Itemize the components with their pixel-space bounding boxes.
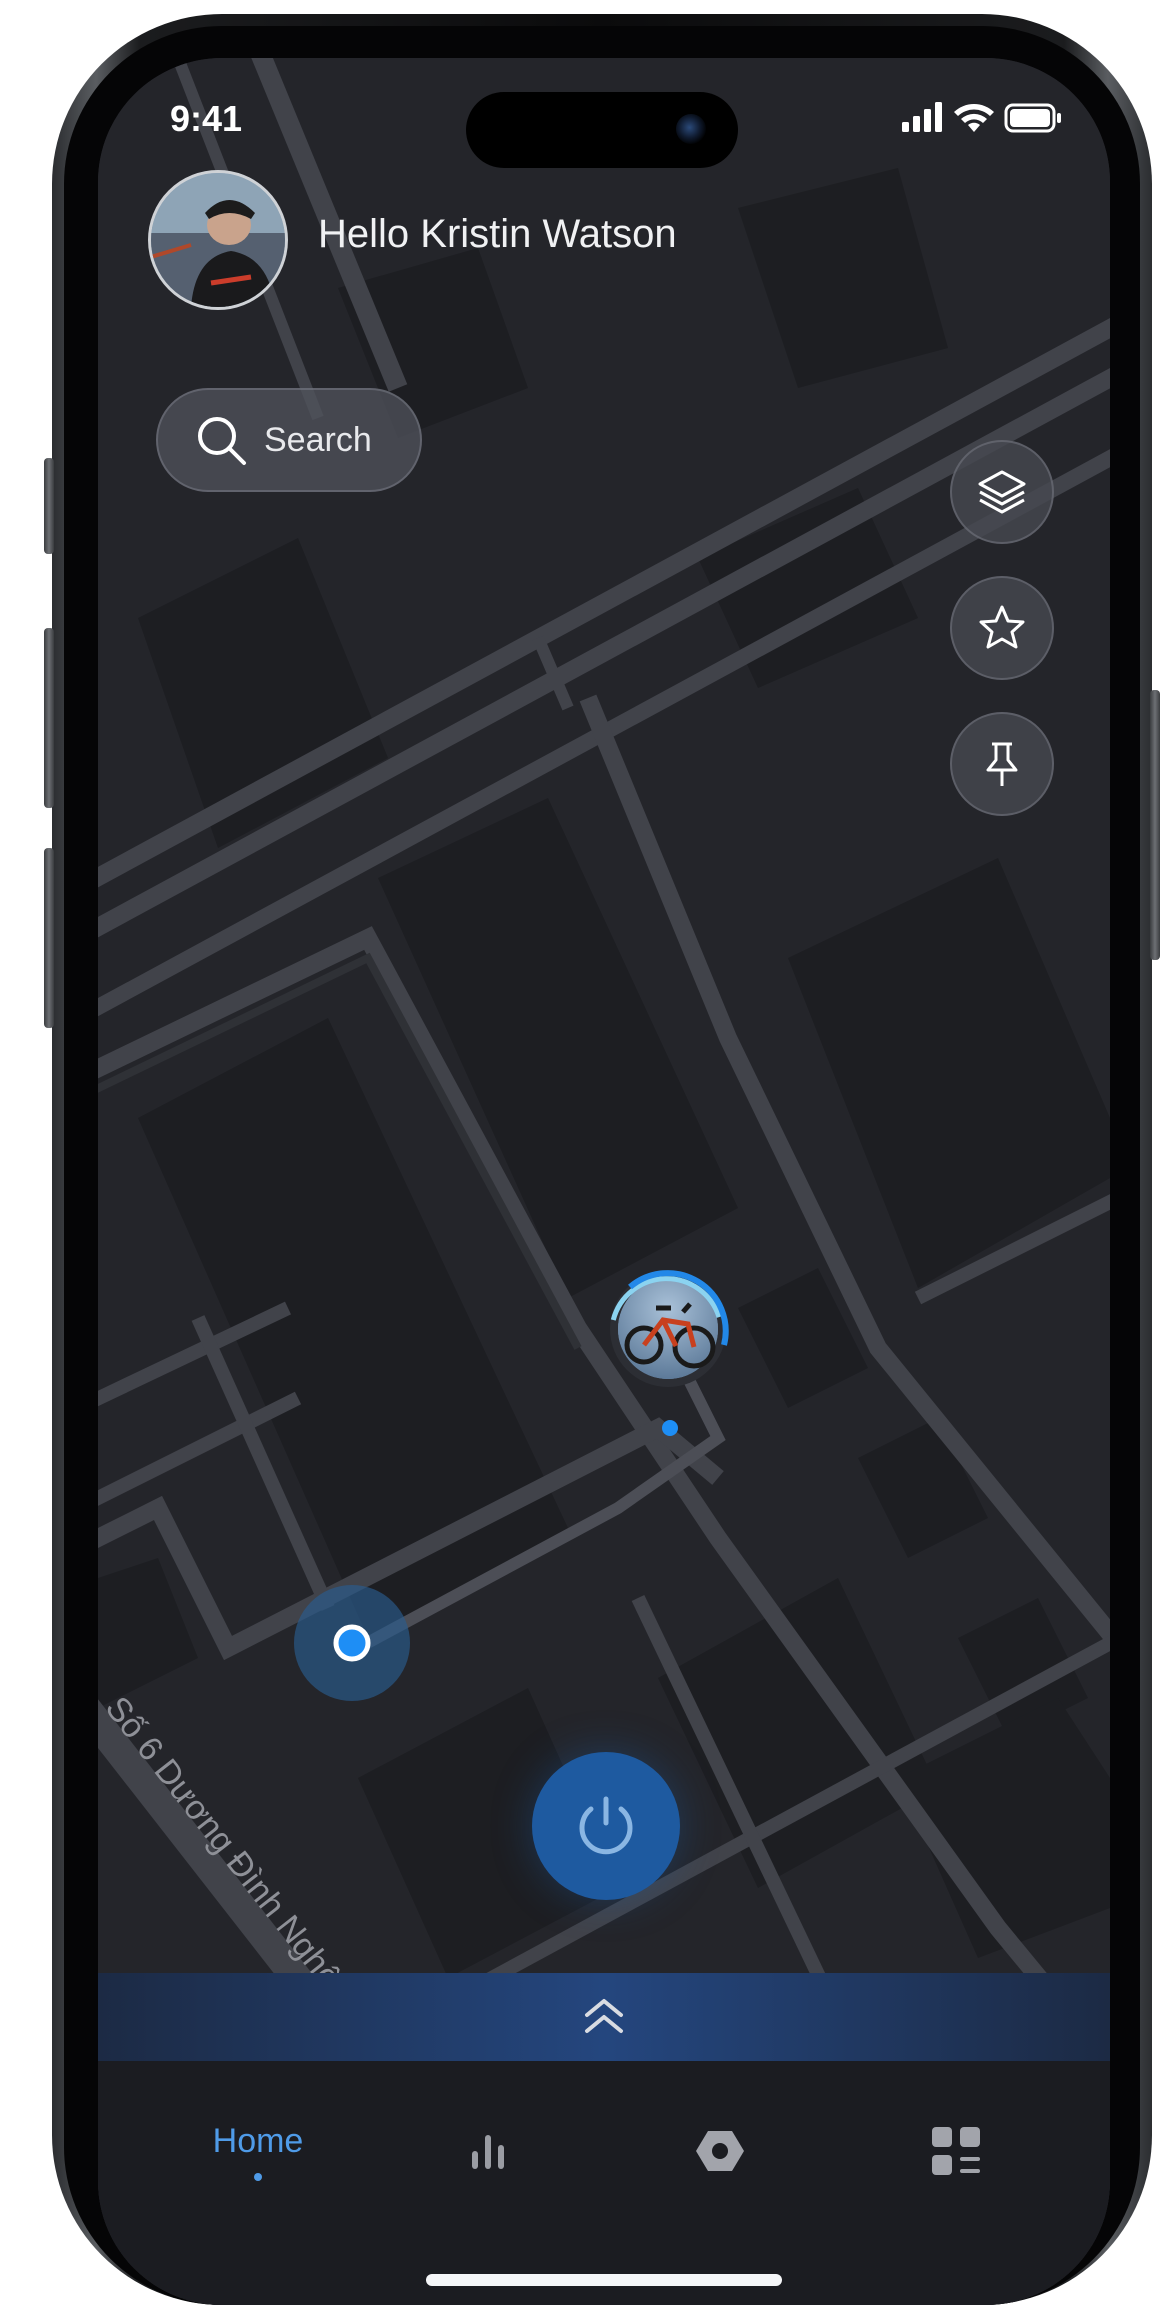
layers-icon — [978, 470, 1026, 514]
tab-stats[interactable] — [448, 2111, 528, 2191]
grid-menu-icon — [932, 2127, 980, 2175]
power-side-button — [1150, 690, 1160, 960]
tab-home-label: Home — [212, 2121, 304, 2160]
pin-icon — [986, 742, 1018, 786]
star-icon — [979, 605, 1025, 649]
current-location-dot[interactable] — [333, 1624, 371, 1662]
favorites-button[interactable] — [950, 576, 1054, 680]
search-button[interactable]: Search — [156, 388, 422, 492]
status-icons — [902, 100, 1062, 140]
volume-up-button — [44, 628, 54, 808]
volume-down-button — [44, 848, 54, 1028]
stats-icon — [472, 2135, 504, 2169]
greeting-text: Hello Kristin Watson — [318, 212, 677, 256]
tab-home[interactable]: Home — [178, 2111, 338, 2191]
tab-settings[interactable] — [680, 2111, 760, 2191]
layers-button[interactable] — [950, 440, 1054, 544]
home-indicator[interactable] — [426, 2274, 782, 2286]
action-button — [44, 458, 54, 554]
status-time: 9:41 — [170, 98, 243, 139]
pin-button[interactable] — [950, 712, 1054, 816]
search-icon — [198, 417, 246, 465]
power-icon — [579, 1796, 633, 1855]
bike-location-dot — [662, 1420, 678, 1436]
chevron-double-up-icon — [585, 1999, 623, 2033]
tab-menu[interactable] — [916, 2111, 996, 2191]
power-button[interactable] — [532, 1752, 680, 1900]
signal-icon — [902, 102, 942, 132]
avatar[interactable] — [148, 170, 288, 310]
tab-bar: Home — [98, 2061, 1110, 2305]
active-tab-indicator — [254, 2172, 262, 2181]
camera-icon — [676, 114, 706, 144]
wifi-icon — [954, 104, 994, 132]
phone-screen: Số 6 Dương Đình Nghệ 9:41 Hello Kristin … — [98, 58, 1110, 2305]
battery-icon — [1004, 103, 1061, 133]
hex-nut-icon — [696, 2131, 744, 2171]
expand-sheet-handle[interactable] — [98, 1973, 1110, 2061]
search-label: Search — [264, 420, 372, 459]
